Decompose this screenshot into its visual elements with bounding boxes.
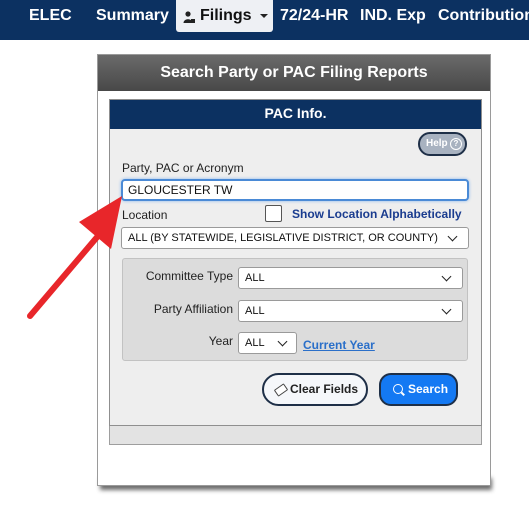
- arrow-shaft: [27, 233, 101, 319]
- annotation-arrow: [27, 196, 122, 319]
- arrow-head: [79, 196, 122, 249]
